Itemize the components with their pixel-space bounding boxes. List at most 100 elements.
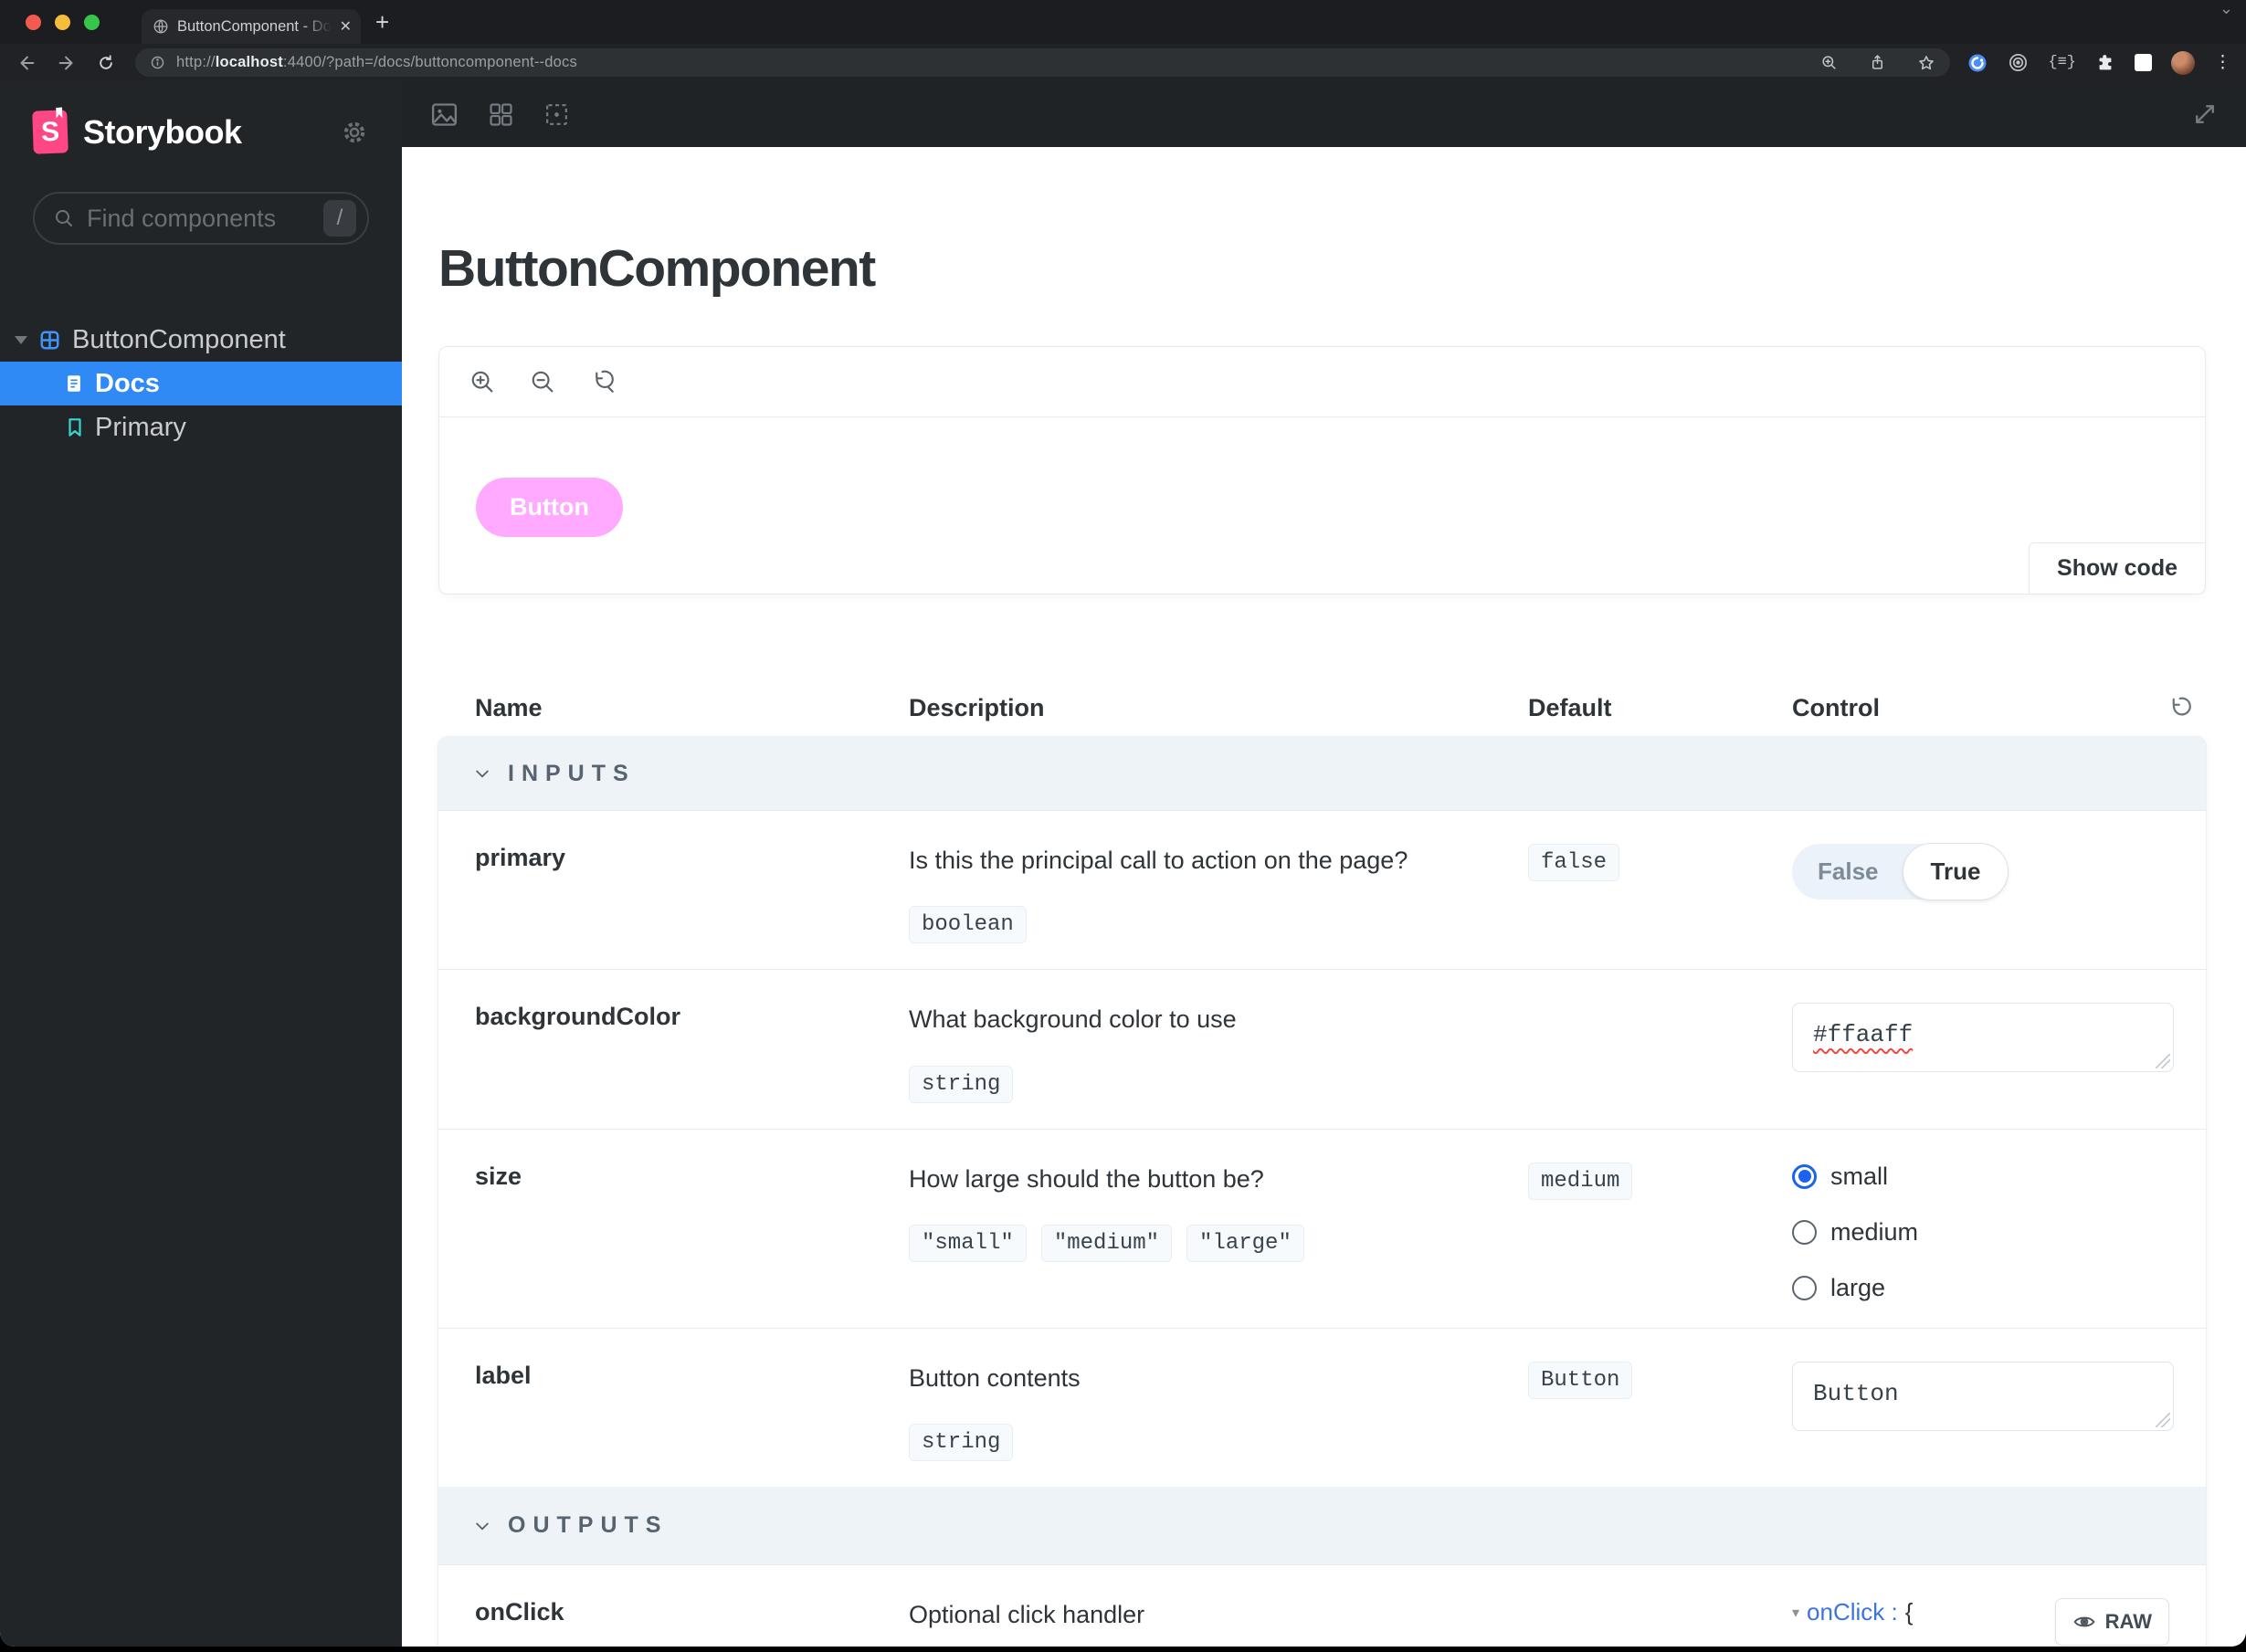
radio-icon[interactable] <box>1792 1163 1817 1189</box>
zoom-reset-icon[interactable] <box>589 368 617 395</box>
browser-tab-strip: ButtonComponent - Docs · Sto ✕ + ⌄ <box>0 0 2246 44</box>
address-bar[interactable]: http://localhost:4400/?path=/docs/button… <box>135 48 1951 77</box>
storybook-brand: Storybook <box>83 112 242 151</box>
profile-avatar[interactable] <box>2171 50 2195 75</box>
extensions-puzzle-icon[interactable] <box>2095 53 2115 73</box>
eye-icon <box>2073 1616 2095 1627</box>
share-icon[interactable] <box>1869 54 1886 71</box>
bookmark-star-icon[interactable] <box>1917 54 1935 72</box>
backgroundcolor-text-input[interactable]: #ffaaff <box>1792 1003 2174 1073</box>
url-text: http://localhost:4400/?path=/docs/button… <box>176 54 577 70</box>
timer-extension-icon[interactable] <box>1967 52 1988 74</box>
tab-title: ButtonComponent - Docs · Sto <box>177 17 332 35</box>
forward-icon[interactable] <box>57 53 77 73</box>
new-tab-button[interactable]: + <box>375 10 389 34</box>
sidebar-item-label: Primary <box>95 412 186 442</box>
canvas-tab-icon[interactable] <box>429 100 459 130</box>
component-tree: ButtonComponent Docs Primary <box>0 318 402 449</box>
minimize-window-button[interactable] <box>55 14 70 30</box>
arg-description: Optional click handler <box>909 1601 1145 1629</box>
args-table-header: Name Description Default Control <box>438 679 2206 737</box>
radio-option-medium[interactable]: medium <box>1792 1218 2169 1247</box>
component-icon <box>40 330 59 349</box>
column-control: Control <box>1792 693 1880 721</box>
search-input[interactable] <box>87 204 311 233</box>
chevron-down-icon <box>476 770 489 778</box>
sidebar-item-label: ButtonComponent <box>72 324 286 354</box>
resize-grip[interactable] <box>2156 1412 2170 1427</box>
search-shortcut-badge: / <box>323 200 356 237</box>
resize-grip[interactable] <box>2156 1054 2170 1069</box>
gear-icon[interactable] <box>340 118 369 147</box>
canvas-toolbar <box>402 81 2246 147</box>
arg-description: Button contents <box>909 1363 1081 1392</box>
arg-row-backgroundcolor: backgroundColor What background color to… <box>438 969 2206 1128</box>
default-chip: Button <box>1528 1361 1633 1399</box>
screen-extension-icon[interactable] <box>2135 54 2152 71</box>
document-icon <box>68 375 80 392</box>
column-default: Default <box>1528 693 1612 721</box>
component-search[interactable]: / <box>33 192 369 245</box>
preview-toolbar <box>439 347 2205 417</box>
zoom-window-button[interactable] <box>84 14 100 30</box>
raw-toggle-button[interactable]: RAW <box>2054 1598 2169 1647</box>
expander-caret-icon[interactable] <box>15 335 27 344</box>
tab-favicon-icon <box>153 18 169 35</box>
type-chip: "large" <box>1186 1225 1304 1263</box>
type-chip: "small" <box>909 1225 1027 1263</box>
action-object-tree: ▾ onClick : { isAction : true } <box>1792 1598 1914 1626</box>
object-key-link[interactable]: onClick : <box>1807 1598 1898 1626</box>
browser-window: ButtonComponent - Docs · Sto ✕ + ⌄ http:… <box>0 0 2246 1647</box>
radio-icon[interactable] <box>1792 1275 1817 1300</box>
sidebar-item-buttoncomponent[interactable]: ButtonComponent <box>0 318 402 362</box>
outline-toggle-icon[interactable] <box>543 100 571 129</box>
storybook-logo: S <box>32 110 69 154</box>
section-outputs[interactable]: OUTPUTS <box>438 1487 2206 1565</box>
section-inputs[interactable]: INPUTS <box>438 737 2206 810</box>
sidebar-item-docs[interactable]: Docs <box>0 362 402 405</box>
size-radio-group: small medium large <box>1792 1163 2169 1302</box>
type-chip: "medium" <box>1040 1225 1173 1263</box>
story-button[interactable]: Button <box>476 478 623 537</box>
toggle-true-option[interactable]: True <box>1902 843 2009 900</box>
arg-row-label: label Button contents string Button Butt… <box>438 1327 2206 1487</box>
tab-close-icon[interactable]: ✕ <box>340 17 352 36</box>
browser-url-bar: http://localhost:4400/?path=/docs/button… <box>0 44 2246 81</box>
zoom-page-icon[interactable] <box>1820 54 1838 71</box>
label-text-input[interactable]: Button <box>1792 1361 2174 1431</box>
browser-menu-icon[interactable]: ⋮ <box>2214 52 2231 73</box>
sidebar-item-label: Docs <box>95 368 160 398</box>
window-controls[interactable] <box>0 14 100 30</box>
args-table: INPUTS primary Is this the principal cal… <box>438 737 2206 1647</box>
toggle-false-option[interactable]: False <box>1792 844 1904 900</box>
circles-extension-icon[interactable] <box>2008 52 2029 73</box>
site-info-icon[interactable] <box>150 55 165 70</box>
radio-option-small[interactable]: small <box>1792 1163 2169 1191</box>
grid-toggle-icon[interactable] <box>487 100 515 129</box>
sidebar-item-primary[interactable]: Primary <box>0 405 402 449</box>
extensions-area: {≡} ⋮ <box>1967 50 2231 75</box>
arg-description: Is this the principal call to action on … <box>909 847 1408 874</box>
docs-canvas: ButtonComponent Button Show code Name De… <box>402 147 2246 1647</box>
tab-search-chevron-icon[interactable]: ⌄ <box>2220 0 2233 18</box>
arg-row-onclick: onClick Optional click handler EventEmit… <box>438 1564 2206 1647</box>
close-window-button[interactable] <box>26 14 41 30</box>
radio-option-large[interactable]: large <box>1792 1274 2169 1302</box>
radio-icon[interactable] <box>1792 1219 1817 1245</box>
boolean-toggle[interactable]: False True <box>1792 843 2009 900</box>
zoom-in-icon[interactable] <box>469 368 496 395</box>
reload-icon[interactable] <box>97 54 115 72</box>
type-chip: string <box>909 1424 1014 1462</box>
column-name: Name <box>475 693 543 721</box>
browser-tab[interactable]: ButtonComponent - Docs · Sto ✕ <box>142 9 361 44</box>
show-code-button[interactable]: Show code <box>2029 542 2206 595</box>
collapse-caret-icon[interactable]: ▾ <box>1792 1604 1799 1622</box>
arg-description: What background color to use <box>909 1005 1237 1034</box>
reset-controls-icon[interactable] <box>2167 694 2195 721</box>
zoom-out-icon[interactable] <box>529 368 556 395</box>
back-icon[interactable] <box>16 53 37 73</box>
fullscreen-icon[interactable] <box>2191 100 2219 128</box>
json-extension-icon[interactable]: {≡} <box>2048 54 2076 71</box>
arg-row-primary: primary Is this the principal call to ac… <box>438 810 2206 969</box>
default-chip: false <box>1528 844 1620 881</box>
